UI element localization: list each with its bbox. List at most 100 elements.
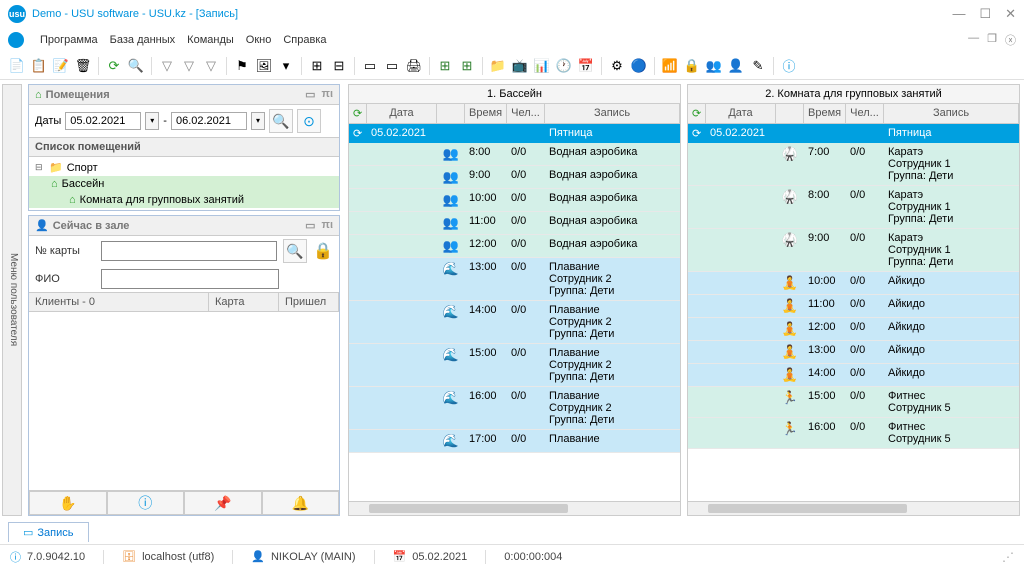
- schedule-row[interactable]: 🏃16:000/0Фитнес Сотрудник 5: [688, 418, 1019, 449]
- date-from-input[interactable]: [65, 112, 141, 130]
- tool-chart-icon[interactable]: 📊: [533, 57, 551, 75]
- tool-gear-icon[interactable]: ⚙: [608, 57, 626, 75]
- tool-calendar-icon[interactable]: 📅: [577, 57, 595, 75]
- col-time[interactable]: Время: [804, 104, 846, 123]
- panel-ctrl2-icon[interactable]: πι: [322, 219, 333, 232]
- schedule-row[interactable]: 🧘14:000/0Айкидо: [688, 364, 1019, 387]
- menu-program[interactable]: Программа: [40, 34, 98, 46]
- user-menu-sidebar-tab[interactable]: Меню пользователя: [2, 84, 22, 516]
- info-button[interactable]: ⓘ: [107, 491, 185, 515]
- panel-ctrl-icon[interactable]: ▭: [305, 219, 315, 232]
- tool-wand-icon[interactable]: ✎: [749, 57, 767, 75]
- col-people[interactable]: Чел...: [846, 104, 884, 123]
- tool-info-icon[interactable]: ⓘ: [780, 57, 798, 75]
- hand-button[interactable]: ✋: [29, 491, 107, 515]
- tool-delete-icon[interactable]: 🗑: [74, 57, 92, 75]
- tool-clock-icon[interactable]: 🕐: [555, 57, 573, 75]
- schedule-row[interactable]: 🏃15:000/0Фитнес Сотрудник 5: [688, 387, 1019, 418]
- col-people[interactable]: Чел...: [507, 104, 545, 123]
- schedule-row[interactable]: 🌊17:000/0Плавание: [349, 430, 680, 453]
- schedule-row[interactable]: 🧘12:000/0Айкидо: [688, 318, 1019, 341]
- tool-win2-icon[interactable]: ▭: [383, 57, 401, 75]
- schedule-group-rows[interactable]: 🥋7:000/0Каратэ Сотрудник 1 Группа: Дети 🥋…: [688, 143, 1019, 501]
- search-card-button[interactable]: 🔍: [283, 239, 307, 263]
- tree-item-group-room[interactable]: ⌂ Комната для групповых занятий: [29, 192, 339, 208]
- col-record[interactable]: Запись: [884, 104, 1019, 123]
- schedule-row[interactable]: 🥋9:000/0Каратэ Сотрудник 1 Группа: Дети: [688, 229, 1019, 272]
- mdi-restore-button[interactable]: ❐: [987, 32, 997, 48]
- tool-folder-icon[interactable]: 📁: [489, 57, 507, 75]
- refresh-col-icon[interactable]: ⟳: [349, 104, 367, 123]
- tool-rss-icon[interactable]: 📶: [661, 57, 679, 75]
- tree-item-pool[interactable]: ⌂ Бассейн: [29, 176, 339, 192]
- tool-users-icon[interactable]: 👥: [705, 57, 723, 75]
- panel-pin-icon[interactable]: ▭: [305, 88, 315, 101]
- came-col[interactable]: Пришел: [279, 293, 339, 311]
- col-date[interactable]: Дата: [367, 104, 437, 123]
- refresh-col-icon[interactable]: ⟳: [688, 104, 706, 123]
- close-button[interactable]: ✕: [1005, 6, 1016, 22]
- mdi-minimize-button[interactable]: —: [968, 32, 979, 48]
- tool-edit-icon[interactable]: 📝: [52, 57, 70, 75]
- tool-new-icon[interactable]: 📄: [8, 57, 26, 75]
- bell-button[interactable]: 🔔: [262, 491, 340, 515]
- schedule-row[interactable]: 👥9:000/0Водная аэробика: [349, 166, 680, 189]
- h-scrollbar[interactable]: [688, 501, 1019, 515]
- minimize-button[interactable]: —: [952, 6, 965, 22]
- tool-win1-icon[interactable]: ▭: [361, 57, 379, 75]
- tool-search-icon[interactable]: 🔍: [127, 57, 145, 75]
- maximize-button[interactable]: ☐: [979, 6, 991, 22]
- lock-icon[interactable]: 🔒: [313, 241, 333, 261]
- day-header-row[interactable]: ⟳ 05.02.2021 Пятница: [349, 124, 680, 143]
- tree-root-sport[interactable]: ⊟ 📁 Спорт: [29, 159, 339, 176]
- panel-pin2-icon[interactable]: πι: [322, 88, 333, 101]
- tool-filter3-icon[interactable]: ▽: [202, 57, 220, 75]
- tool-dropdown-icon[interactable]: ▾: [277, 57, 295, 75]
- card-number-input[interactable]: [101, 241, 277, 261]
- col-record[interactable]: Запись: [545, 104, 680, 123]
- tool-flag-icon[interactable]: ⚑: [233, 57, 251, 75]
- h-scrollbar[interactable]: [349, 501, 680, 515]
- tool-filter-icon[interactable]: ▽: [158, 57, 176, 75]
- schedule-row[interactable]: 🥋7:000/0Каратэ Сотрудник 1 Группа: Дети: [688, 143, 1019, 186]
- search-dates-button[interactable]: 🔍: [269, 109, 293, 133]
- tool-color-icon[interactable]: 🔵: [630, 57, 648, 75]
- mdi-close-button[interactable]: ⓧ: [1005, 32, 1016, 48]
- menu-window[interactable]: Окно: [246, 34, 272, 46]
- tool-copy-icon[interactable]: 📋: [30, 57, 48, 75]
- tool-excel2-icon[interactable]: ⊞: [458, 57, 476, 75]
- schedule-row[interactable]: 🌊16:000/0Плавание Сотрудник 2 Группа: Де…: [349, 387, 680, 430]
- tool-image-icon[interactable]: 🖼: [255, 57, 273, 75]
- schedule-row[interactable]: 👥11:000/0Водная аэробика: [349, 212, 680, 235]
- pin-button[interactable]: 📌: [184, 491, 262, 515]
- day-header-row[interactable]: ⟳ 05.02.2021 Пятница: [688, 124, 1019, 143]
- tool-print-icon[interactable]: 🖨: [405, 57, 423, 75]
- date-to-dropdown[interactable]: ▾: [251, 112, 265, 130]
- schedule-row[interactable]: 👥12:000/0Водная аэробика: [349, 235, 680, 258]
- tool-filter2-icon[interactable]: ▽: [180, 57, 198, 75]
- schedule-pool-rows[interactable]: 👥8:000/0Водная аэробика👥9:000/0Водная аэ…: [349, 143, 680, 501]
- schedule-row[interactable]: 👥8:000/0Водная аэробика: [349, 143, 680, 166]
- schedule-row[interactable]: 🌊15:000/0Плавание Сотрудник 2 Группа: Де…: [349, 344, 680, 387]
- schedule-row[interactable]: 🧘11:000/0Айкидо: [688, 295, 1019, 318]
- resize-grip-icon[interactable]: ⋰: [1002, 550, 1014, 564]
- schedule-row[interactable]: 🧘13:000/0Айкидо: [688, 341, 1019, 364]
- menu-database[interactable]: База данных: [110, 34, 176, 46]
- schedule-row[interactable]: 🌊13:000/0Плавание Сотрудник 2 Группа: Де…: [349, 258, 680, 301]
- schedule-row[interactable]: 👥10:000/0Водная аэробика: [349, 189, 680, 212]
- date-from-dropdown[interactable]: ▾: [145, 112, 159, 130]
- menu-commands[interactable]: Команды: [187, 34, 234, 46]
- schedule-row[interactable]: 🧘10:000/0Айкидо: [688, 272, 1019, 295]
- fio-input[interactable]: [101, 269, 279, 289]
- collapse-icon[interactable]: ⊟: [35, 162, 45, 173]
- col-time[interactable]: Время: [465, 104, 507, 123]
- menu-help[interactable]: Справка: [283, 34, 326, 46]
- tool-refresh-icon[interactable]: ⟳: [105, 57, 123, 75]
- tool-lock-icon[interactable]: 🔒: [683, 57, 701, 75]
- tool-user-icon[interactable]: 👤: [727, 57, 745, 75]
- clients-count-col[interactable]: Клиенты - 0: [29, 293, 209, 311]
- tool-export-icon[interactable]: ⊞: [308, 57, 326, 75]
- tool-import-icon[interactable]: ⊟: [330, 57, 348, 75]
- compass-button[interactable]: ⊙: [297, 109, 321, 133]
- date-to-input[interactable]: [171, 112, 247, 130]
